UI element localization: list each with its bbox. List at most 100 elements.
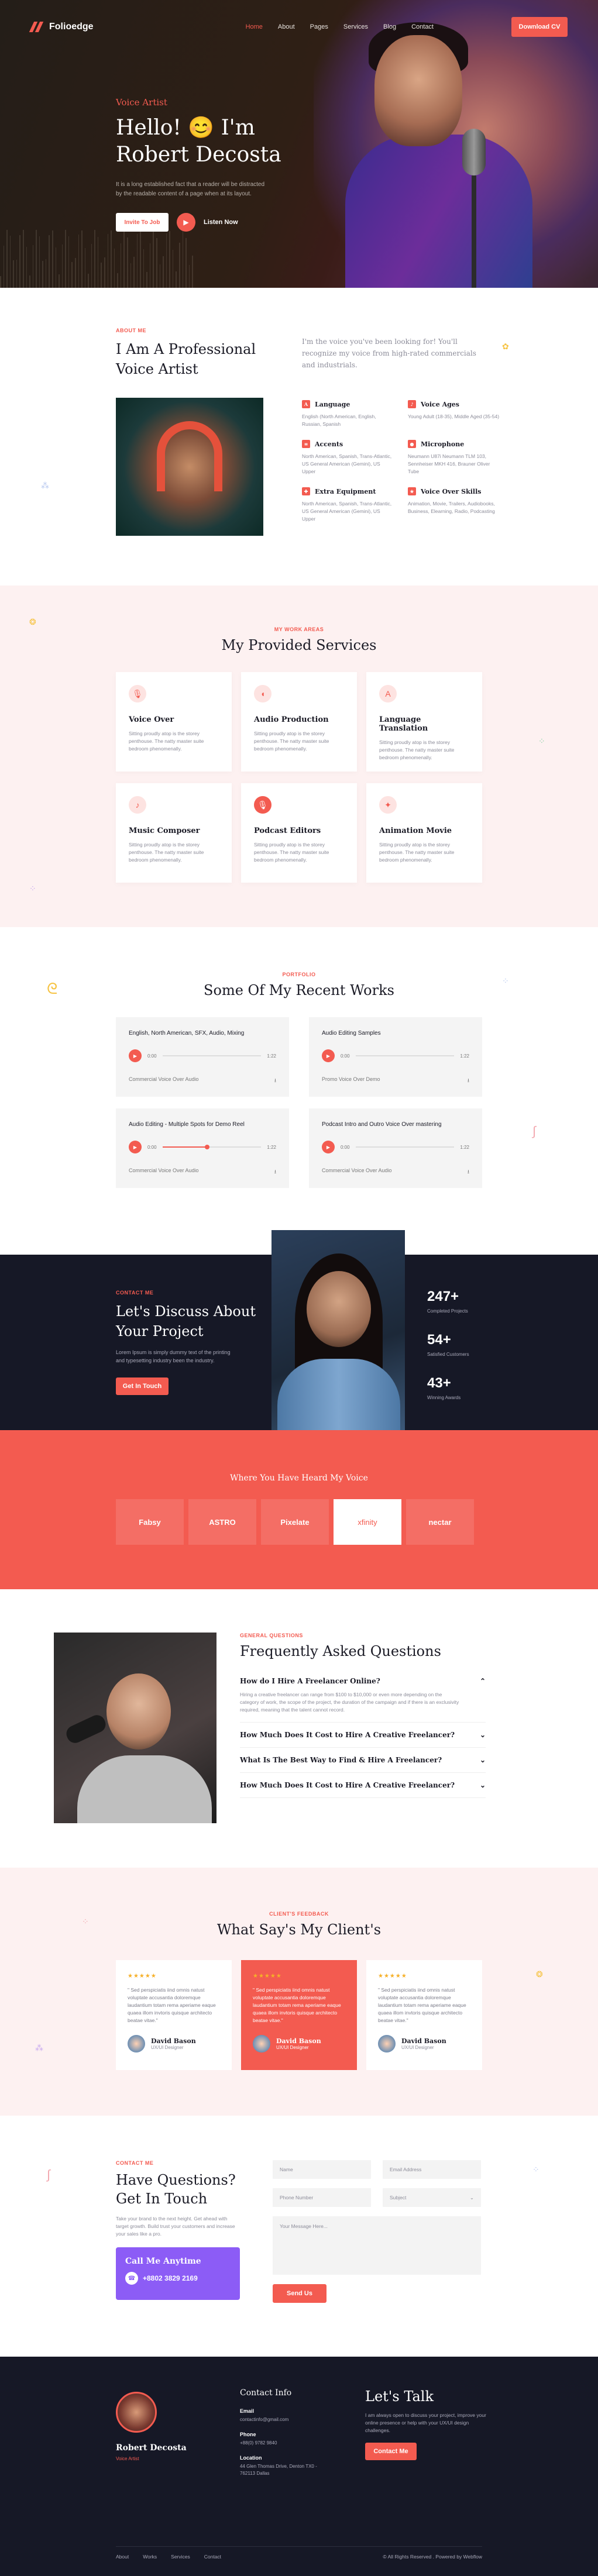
waveform-bar (65, 229, 66, 288)
nav-item-blog[interactable]: Blog (383, 23, 396, 30)
waveform-bar (166, 233, 167, 288)
waveform-bar (78, 235, 80, 288)
brand-logo-fabsy[interactable]: Fabsy (116, 1499, 184, 1545)
skills-icon: ★ (408, 487, 416, 495)
footer-link-about[interactable]: About (116, 2554, 129, 2560)
page: Folioedge Home About Pages Services Blog… (0, 0, 598, 2576)
chevron-down-icon[interactable]: ⌄ (480, 1781, 486, 1789)
faq-item[interactable]: How Much Does It Cost to Hire A Creative… (240, 1773, 486, 1798)
brand-logo-nectar[interactable]: nectar (406, 1499, 474, 1545)
footer-links: About Works Services Contact (116, 2554, 221, 2560)
footer-phone[interactable]: +88(0) 9782 9840 (240, 2440, 328, 2447)
waveform-bar (61, 244, 63, 288)
nav-item-services[interactable]: Services (343, 23, 368, 30)
message-textarea[interactable]: Your Message Here... (273, 2216, 481, 2275)
progress-bar[interactable] (162, 1055, 262, 1056)
footer-link-services[interactable]: Services (171, 2554, 190, 2560)
fact-microphone: ● Microphone Neumann U87i Neumann TLM 103,… (408, 440, 490, 474)
nav-item-home[interactable]: Home (246, 23, 263, 30)
nav-item-about[interactable]: About (278, 23, 295, 30)
brand-logo-xfinity[interactable]: xfinity (334, 1499, 401, 1545)
hero-title-line1: Hello! 😊 I'm (116, 116, 255, 140)
waveform-bar (192, 255, 193, 288)
chevron-down-icon[interactable]: ⌄ (480, 1731, 486, 1739)
brand-logo[interactable]: Folioedge (29, 22, 94, 32)
get-in-touch-button[interactable]: Get In Touch (116, 1377, 169, 1395)
top-navigation: Folioedge Home About Pages Services Blog… (29, 15, 568, 39)
progress-bar[interactable] (355, 1146, 455, 1148)
play-icon[interactable]: ▶ (129, 1141, 142, 1153)
tracks-grid: English, North American, SFX, Audio, Mix… (116, 1017, 482, 1188)
faq-item[interactable]: What Is The Best Way to Find & Hire A Fr… (240, 1748, 486, 1773)
name-input[interactable]: Name (273, 2160, 371, 2179)
play-icon[interactable]: ▶ (177, 213, 195, 232)
listen-now-link[interactable]: Listen Now (204, 219, 238, 226)
download-icon[interactable]: ⭳ (274, 1168, 276, 1177)
nav-item-pages[interactable]: Pages (310, 23, 328, 30)
waveform-bar (29, 275, 30, 288)
testimonial-card: ★★★★★ " Sed perspiciatis iind omnis natu… (366, 1960, 482, 2070)
about-intro: I'm the voice you've been looking for! Y… (302, 338, 476, 369)
footer-name: Robert Decosta (116, 2443, 187, 2453)
waveform-bar (101, 263, 102, 288)
faq-item[interactable]: How do I Hire A Freelancer Online? ⌃ Hirin… (240, 1669, 486, 1723)
play-icon[interactable]: ▶ (129, 1049, 142, 1062)
stats: 247+ Completed Projects 54+ Satisfied Cust… (427, 1289, 469, 1418)
service-card[interactable]: 🎙 Podcast Editors Sitting proudly atop is … (241, 783, 357, 883)
waveform-bar (126, 237, 128, 288)
footer-email[interactable]: contactinfo@gmail.com (240, 2416, 328, 2423)
squiggle-decoration-icon: ∫ (47, 2167, 51, 2182)
download-icon[interactable]: ⭳ (274, 1076, 276, 1086)
rating-stars-icon: ★★★★★ (128, 1973, 157, 1979)
track-title: Audio Editing Samples (322, 1030, 381, 1036)
fact-extra-equipment: ✚ Extra Equipment North American, Spanish,… (302, 487, 392, 522)
about-tag: ABOUT ME (116, 328, 146, 333)
phone-input[interactable]: Phone Number (273, 2188, 371, 2207)
avatar (128, 2035, 145, 2052)
waveform-bar (111, 230, 112, 288)
animation-icon: ✦ (379, 796, 397, 814)
audio-player: ▶ 0:00 1:22 (322, 1049, 469, 1062)
waveform-bar (159, 264, 161, 288)
contact-me-button[interactable]: Contact Me (365, 2443, 417, 2460)
subject-select[interactable]: Subject ⌄ (383, 2188, 481, 2207)
progress-bar[interactable] (355, 1055, 455, 1056)
play-icon[interactable]: ▶ (322, 1141, 335, 1153)
dots-decoration-icon: ❂ (536, 1969, 543, 1979)
email-input[interactable]: Email Address (383, 2160, 481, 2179)
invite-to-job-button[interactable]: Invite To Job (116, 213, 169, 232)
nav-item-contact[interactable]: Contact (411, 23, 434, 30)
service-card[interactable]: 🎙 Voice Over Sitting proudly atop is the s… (116, 672, 232, 772)
brand-logo-pixelate[interactable]: Pixelate (261, 1499, 329, 1545)
testimonials-title: What Say's My Client's (216, 1921, 382, 1938)
footer-link-works[interactable]: Works (143, 2554, 157, 2560)
waveform-bar (185, 238, 187, 288)
call-box[interactable]: Call Me Anytime ☎ +8802 3829 2169 (116, 2247, 240, 2300)
progress-bar[interactable] (162, 1145, 262, 1149)
download-cv-button[interactable]: Download CV (511, 17, 568, 37)
service-card[interactable]: A Language Translation Sitting proudly ato… (366, 672, 482, 772)
chevron-down-icon[interactable]: ⌄ (480, 1756, 486, 1764)
services-section: MY WORK AREAS My Provided Services 🎙 Voic… (0, 586, 598, 927)
brand-logo-astro[interactable]: ASTRO (188, 1499, 256, 1545)
send-button[interactable]: Send Us (273, 2284, 327, 2303)
waveform-bar (68, 236, 70, 288)
play-icon[interactable]: ▶ (322, 1049, 335, 1062)
testimonial-cards: ★★★★★ " Sed perspiciatis iind omnis natu… (116, 1960, 482, 2070)
studio-microphone (462, 129, 486, 175)
service-card[interactable]: ♪ Music Composer Sitting proudly atop is t… (116, 783, 232, 883)
brand-logos: Fabsy ASTRO Pixelate xfinity nectar (116, 1499, 474, 1545)
faq-item[interactable]: How Much Does It Cost to Hire A Creative… (240, 1723, 486, 1748)
call-title: Call Me Anytime (125, 2257, 201, 2266)
waveform-bar (149, 243, 151, 288)
hero-singer-body (345, 135, 532, 288)
download-icon[interactable]: ⭳ (468, 1076, 469, 1086)
phone-number[interactable]: +8802 3829 2169 (143, 2274, 198, 2282)
footer-link-contact[interactable]: Contact (204, 2554, 221, 2560)
download-icon[interactable]: ⭳ (468, 1168, 469, 1177)
nav-menu: Home About Pages Services Blog Contact (246, 23, 434, 30)
chevron-up-icon[interactable]: ⌃ (480, 1677, 486, 1685)
service-card[interactable]: ◖ Audio Production Sitting proudly atop is… (241, 672, 357, 772)
faq-tag: GENERAL QUESTIONS (240, 1633, 303, 1638)
service-card[interactable]: ✦ Animation Movie Sitting proudly atop is … (366, 783, 482, 883)
